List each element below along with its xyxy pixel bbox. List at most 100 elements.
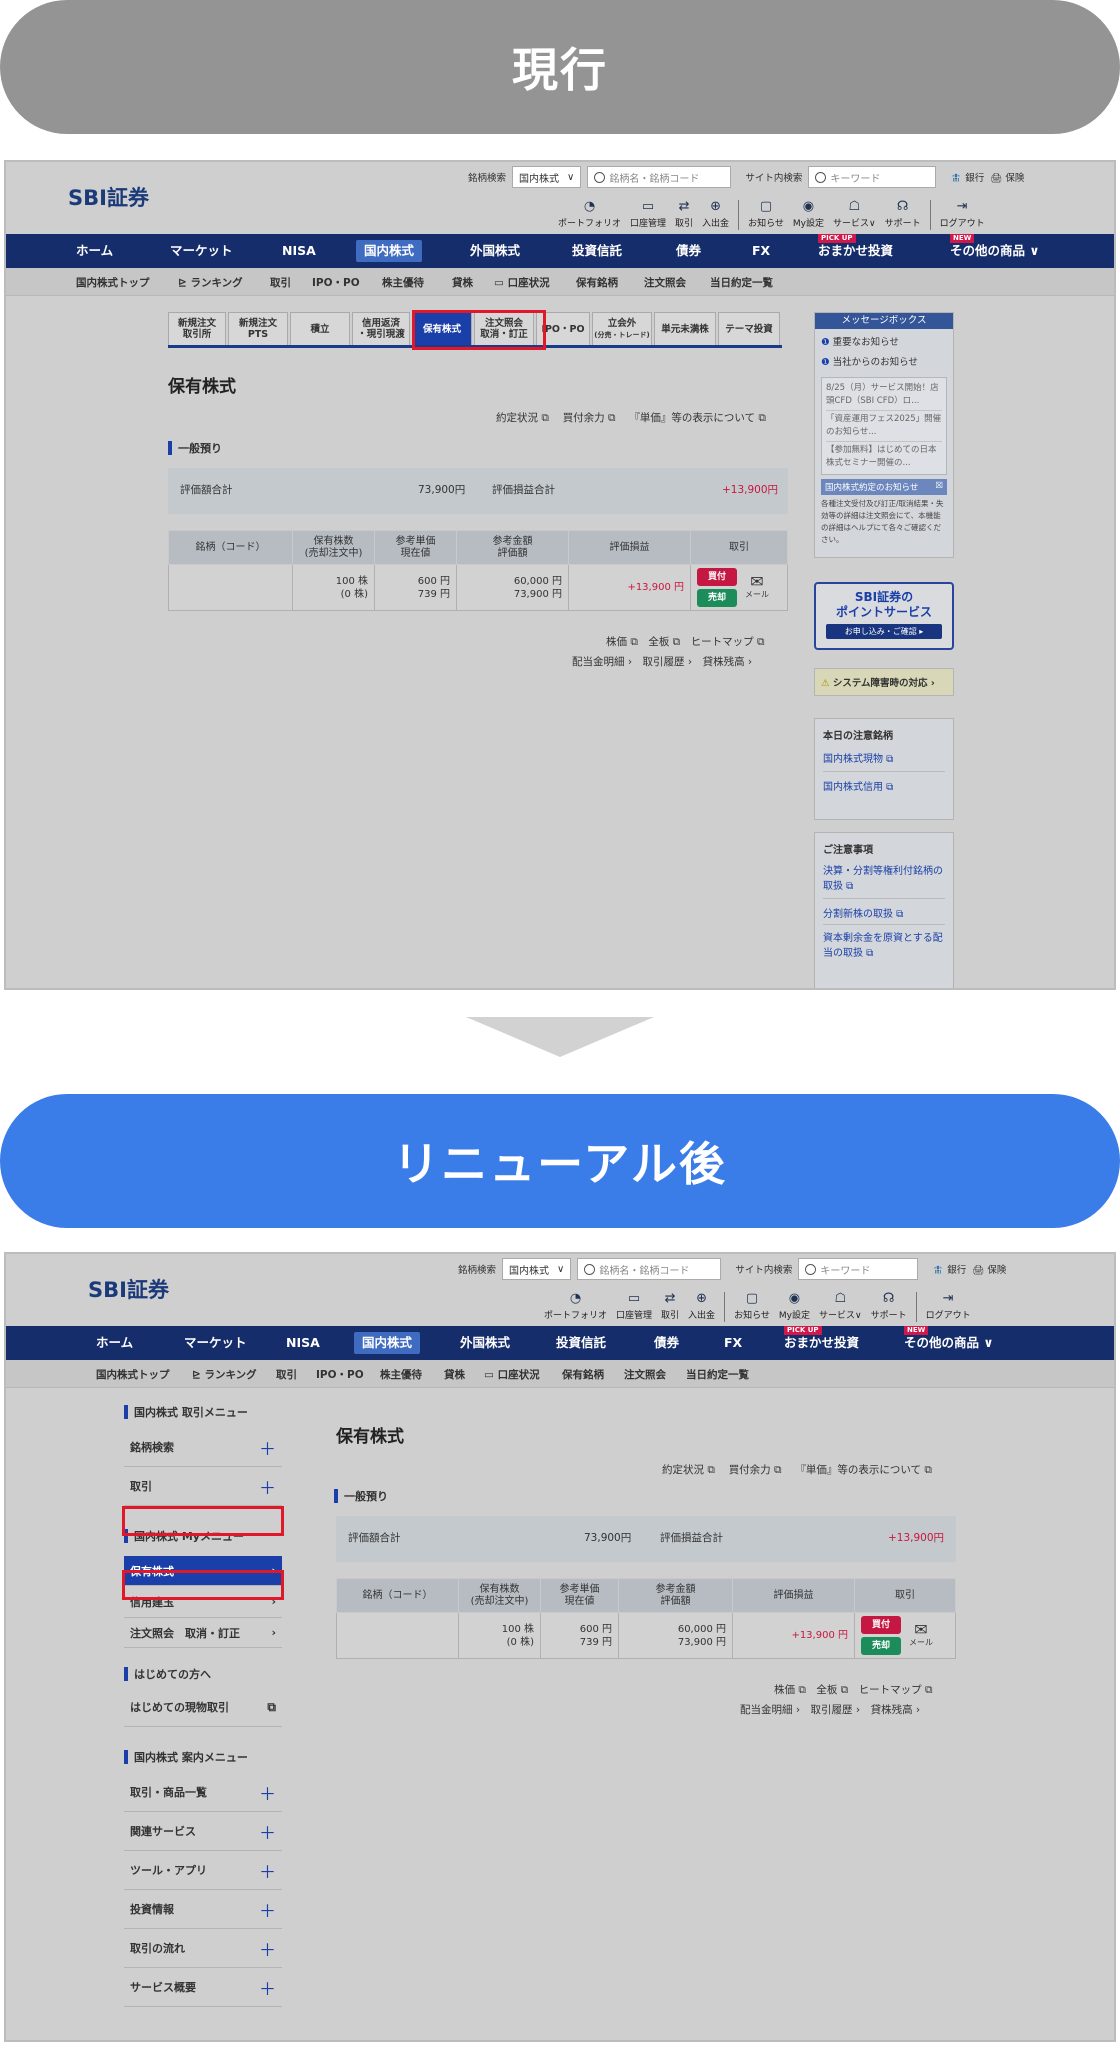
link-heatmap[interactable]: ヒートマップ [691,636,754,648]
link-price[interactable]: 株価 [606,636,627,648]
subnav-trade[interactable]: 取引 [270,275,291,290]
nav-home[interactable]: ホーム [68,240,121,262]
nav-omakase[interactable]: PICK UP おまかせ投資 [810,234,901,262]
nav-fx[interactable]: FX [744,240,778,262]
nav-bonds[interactable]: 債券 [668,240,709,262]
link-heatmap[interactable]: ヒートマップ [859,1684,922,1696]
nav-domestic-stock[interactable]: 国内株式 [356,240,423,262]
subnav-ipo[interactable]: IPO・PO [316,1367,364,1382]
link-history[interactable]: 取引履歴 [643,656,685,668]
caution-link-spot[interactable]: 国内株式現物 ⧉ [823,750,945,772]
subnav-benefits[interactable]: 株主優待 [380,1367,422,1382]
subnav-today-executions[interactable]: 当日約定一覧 [710,275,773,290]
stock-type-select[interactable]: 国内株式 ∨ [502,1258,572,1280]
sell-button[interactable]: 売却 [861,1637,901,1655]
subnav-trade[interactable]: 取引 [276,1367,297,1382]
subnav-account-status[interactable]: ▭ 口座状況 [494,275,550,290]
nav-fx[interactable]: FX [716,1332,750,1354]
sbi-logo[interactable]: SBI証券 [68,182,149,212]
insurance-link[interactable]: 🖨 保険 [972,1262,1006,1276]
subnav-top[interactable]: 国内株式トップ [96,1367,170,1382]
portfolio-icon[interactable]: ◔ ポートフォリオ [544,1292,607,1322]
nav-investment-trust[interactable]: 投資信託 [564,240,630,262]
nav-nisa[interactable]: NISA [278,1332,328,1354]
subnav-holdings[interactable]: 保有銘柄 [562,1367,604,1382]
logout-icon[interactable]: ⇥ ログアウト [926,1292,971,1322]
caution-link-margin[interactable]: 国内株式信用 ⧉ [823,778,945,793]
menu-stock-search[interactable]: 銘柄検索＋ [124,1428,282,1467]
mysettings-icon[interactable]: ◉ My設定 [779,1292,810,1322]
bank-link[interactable]: 🏦 銀行 [932,1262,966,1276]
logout-icon[interactable]: ⇥ ログアウト [940,200,985,230]
link-lending-balance[interactable]: 貸株残高 [871,1704,913,1716]
menu-trade-flow[interactable]: 取引の流れ＋ [124,1929,282,1968]
sell-button[interactable]: 売却 [697,589,737,607]
deposit-icon[interactable]: ⊕ 入出金 [702,200,729,230]
account-icon[interactable]: ▭ 口座管理 [616,1292,652,1322]
site-search-input[interactable]: キーワード [808,166,937,188]
subnav-ipo[interactable]: IPO・PO [312,275,360,290]
menu-related-services[interactable]: 関連サービス＋ [124,1812,282,1851]
service-icon[interactable]: ☖ サービス∨ [833,200,876,230]
nav-market[interactable]: マーケット [162,240,241,262]
link-board[interactable]: 全板 [816,1684,837,1696]
menu-products[interactable]: 取引・商品一覧＋ [124,1773,282,1812]
link-dividends[interactable]: 配当金明細 [572,656,625,668]
mail-icon[interactable]: ✉ メール [745,573,769,601]
nav-domestic-stock[interactable]: 国内株式 [354,1332,421,1354]
menu-service-overview[interactable]: サービス概要＋ [124,1968,282,2007]
subnav-holdings[interactable]: 保有銘柄 [576,275,618,290]
subnav-benefits[interactable]: 株主優待 [382,275,424,290]
mail-icon[interactable]: ✉ メール [909,1621,933,1649]
notice-icon[interactable]: ▢ お知らせ [734,1292,770,1322]
point-service-banner[interactable]: SBI証券の ポイントサービス お申し込み・ご確認 ▸ [814,582,954,650]
nav-investment-trust[interactable]: 投資信託 [548,1332,614,1354]
menu-trade[interactable]: 取引＋ [124,1467,282,1506]
link-executions[interactable]: 約定状況 [662,1464,704,1476]
buy-button[interactable]: 買付 [861,1616,901,1634]
tab-new-order-exchange[interactable]: 新規注文 取引所 [168,312,226,345]
stock-search-input[interactable]: 銘柄名・銘柄コード [587,166,732,188]
important-notice-link[interactable]: ❶ 重要なお知らせ [821,333,947,353]
tab-theme[interactable]: テーマ投資 [718,312,780,345]
nav-foreign-stock[interactable]: 外国株式 [462,240,528,262]
nav-omakase[interactable]: PICK UP おまかせ投資 [776,1326,867,1354]
nav-bonds[interactable]: 債券 [646,1332,687,1354]
subnav-lending[interactable]: 貸株 [452,275,473,290]
subnav-top[interactable]: 国内株式トップ [76,275,150,290]
link-dividends[interactable]: 配当金明細 [740,1704,793,1716]
tab-accumulate[interactable]: 積立 [290,312,350,345]
subnav-ranking[interactable]: ⊵ ランキング [192,1367,257,1382]
deposit-icon[interactable]: ⊕ 入出金 [688,1292,715,1322]
menu-investment-info[interactable]: 投資情報＋ [124,1890,282,1929]
notes-link-new-shares[interactable]: 分割新株の取扱 ⧉ [823,905,945,925]
notes-link-capital-surplus[interactable]: 資本剰余金を原資とする配当の取扱 ⧉ [823,931,945,961]
nav-market[interactable]: マーケット [176,1332,255,1354]
support-icon[interactable]: ☊ サポート [885,200,921,230]
mysettings-icon[interactable]: ◉ My設定 [793,200,824,230]
tab-margin-settle[interactable]: 信用返済 ・現引現渡 [352,312,410,345]
stock-type-select[interactable]: 国内株式 ∨ [512,166,582,188]
link-lending-balance[interactable]: 貸株残高 [703,656,745,668]
subnav-today-executions[interactable]: 当日約定一覧 [686,1367,749,1382]
bank-link[interactable]: 🏦 銀行 [950,170,984,184]
link-buying-power[interactable]: 買付余力 [563,412,605,424]
stock-search-input[interactable]: 銘柄名・銘柄コード [577,1258,722,1280]
tab-off-auction[interactable]: 立会外 (分売・トレード) [592,312,652,345]
subnav-ranking[interactable]: ⊵ ランキング [178,275,243,290]
tab-new-order-pts[interactable]: 新規注文 PTS [228,312,288,345]
subnav-order-inquiry[interactable]: 注文照会 [624,1367,666,1382]
nav-home[interactable]: ホーム [88,1332,141,1354]
insurance-link[interactable]: 🖨 保険 [990,170,1024,184]
notes-link-split[interactable]: 決算・分割等権利付銘柄の取扱 ⧉ [823,864,945,899]
menu-order-inquiry[interactable]: 注文照会 取消・訂正 › [124,1618,282,1648]
trade-icon[interactable]: ⇄ 取引 [675,200,693,230]
menu-tools-apps[interactable]: ツール・アプリ＋ [124,1851,282,1890]
notice-icon[interactable]: ▢ お知らせ [748,200,784,230]
nav-nisa[interactable]: NISA [274,240,324,262]
link-buying-power[interactable]: 買付余力 [729,1464,771,1476]
subnav-account-status[interactable]: ▭ 口座状況 [484,1367,540,1382]
system-alert-link[interactable]: ⚠ システム障害時の対応 › [814,668,954,696]
link-unit-price[interactable]: 『単価』等の表示について [795,1464,921,1476]
nav-other[interactable]: NEW その他の商品 ∨ [942,234,1048,262]
